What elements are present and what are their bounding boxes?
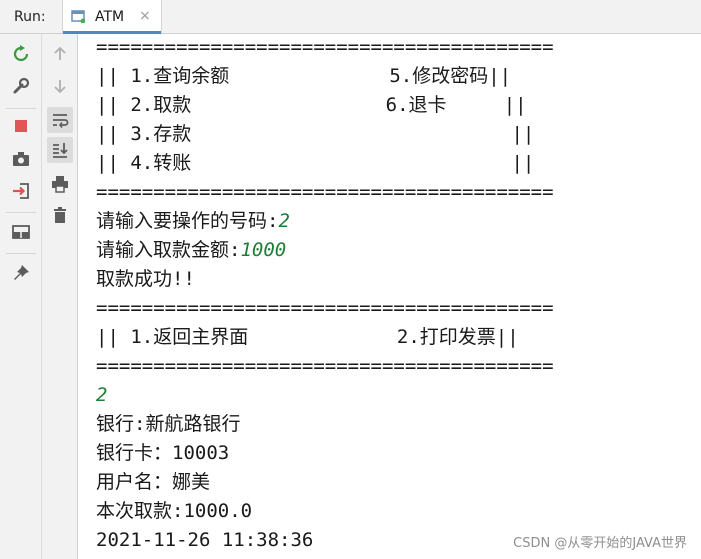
pin-icon xyxy=(14,265,29,280)
console-icon xyxy=(71,10,85,23)
menu-row: || 4.转账 || xyxy=(96,152,535,174)
receipt-timestamp-line: 2021-11-26 11:38:36 xyxy=(96,529,314,551)
print-icon xyxy=(52,176,68,193)
prompt-text: 请输入取款金额: xyxy=(96,239,241,261)
clear-all-button[interactable] xyxy=(48,203,72,227)
exit-icon xyxy=(13,183,29,199)
success-message: 取款成功!! xyxy=(96,268,195,290)
layout-icon xyxy=(12,225,30,239)
previous-occurrence-button[interactable] xyxy=(48,42,72,66)
layout-button[interactable] xyxy=(9,220,33,244)
receipt-user-line: 用户名：娜美 xyxy=(96,471,211,493)
wrench-icon xyxy=(13,77,30,94)
arrow-down-icon xyxy=(54,80,66,94)
toolbar-separator xyxy=(6,212,36,213)
rerun-icon xyxy=(13,45,29,62)
menu-row: || 2.取款 6.退卡 || xyxy=(96,94,527,116)
watermark: CSDN @从零开始的JAVA世界 xyxy=(513,536,687,551)
settings-button[interactable] xyxy=(9,74,33,98)
menu-border-line: ======================================== xyxy=(96,181,554,203)
amount-prompt-line: 请输入取款金额:1000 xyxy=(96,237,286,263)
scroll-to-end-icon xyxy=(53,143,68,158)
user-input: 1000 xyxy=(240,239,287,261)
receipt-amount-line: 本次取款:1000.0 xyxy=(96,500,253,522)
exit-button[interactable] xyxy=(9,179,33,203)
receipt-card-line: 银行卡：10003 xyxy=(96,442,230,464)
user-input: 2 xyxy=(96,384,108,406)
receipt-bank-line: 银行:新航路银行 xyxy=(96,413,241,435)
prompt-text: 请输入要操作的号码: xyxy=(96,210,279,232)
dump-threads-button[interactable] xyxy=(9,147,33,171)
scroll-to-end-button[interactable] xyxy=(47,137,73,163)
print-button[interactable] xyxy=(48,172,72,196)
menu-border-line: ======================================== xyxy=(96,297,554,319)
console-toolbar xyxy=(42,34,78,559)
stop-icon xyxy=(15,120,27,132)
run-tool-window-header: Run: ATM × xyxy=(0,0,701,34)
soft-wrap-icon xyxy=(53,114,69,128)
camera-icon xyxy=(13,152,29,166)
soft-wrap-button[interactable] xyxy=(47,107,73,133)
menu-row: || 1.查询余额 5.修改密码|| xyxy=(96,65,512,87)
menu-border-line: ======================================== xyxy=(96,355,554,377)
menu-row: || 3.存款 || xyxy=(96,123,535,145)
pin-button[interactable] xyxy=(9,261,33,285)
arrow-up-icon xyxy=(54,46,66,60)
run-actions-toolbar xyxy=(0,34,42,559)
tab-label: ATM xyxy=(95,9,125,25)
user-input: 2 xyxy=(278,210,290,232)
next-occurrence-button[interactable] xyxy=(48,74,72,98)
menu-border-line: ======================================== xyxy=(96,36,554,58)
stop-button[interactable] xyxy=(9,114,33,138)
toolbar-separator xyxy=(6,253,36,254)
run-label: Run: xyxy=(14,9,46,25)
toolbar-separator xyxy=(6,108,36,109)
operation-prompt-line: 请输入要操作的号码:2 xyxy=(96,208,290,234)
rerun-button[interactable] xyxy=(9,42,33,66)
choice-input-line: 2 xyxy=(96,382,107,408)
tab-atm[interactable]: ATM × xyxy=(62,0,162,34)
menu-row: || 1.返回主界面 2.打印发票|| xyxy=(96,326,519,348)
close-icon[interactable]: × xyxy=(139,8,151,24)
trash-icon xyxy=(54,207,66,223)
